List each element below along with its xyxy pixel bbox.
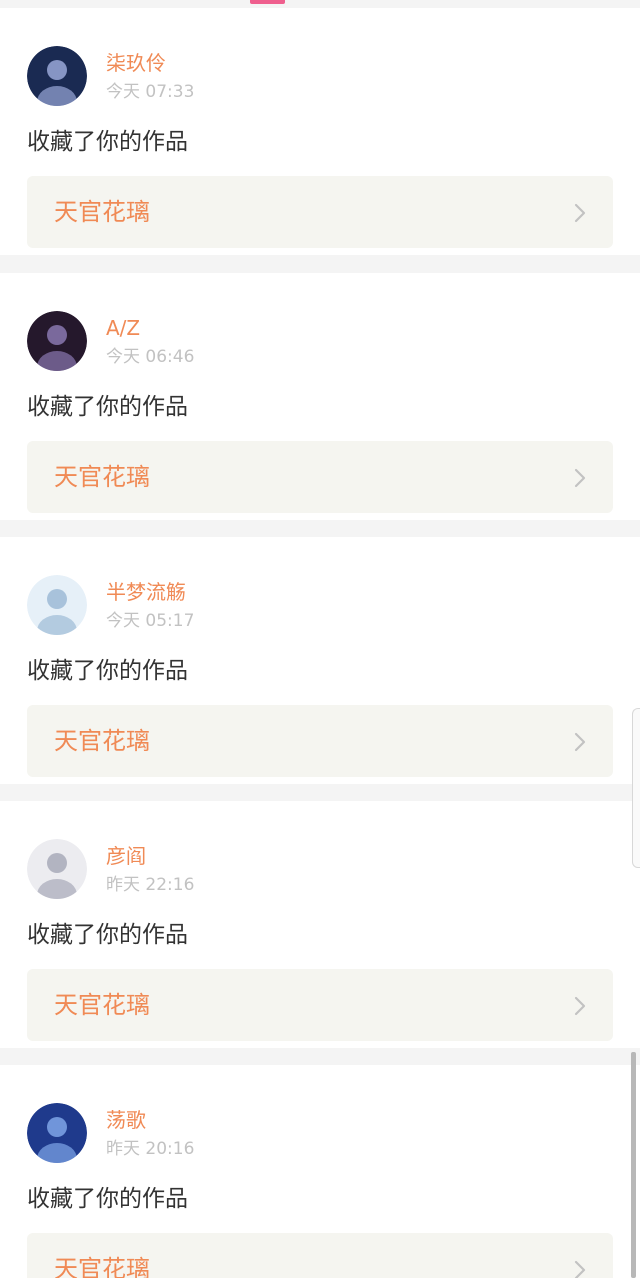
avatar[interactable] bbox=[27, 1103, 87, 1163]
timestamp: 今天 07:33 bbox=[106, 82, 195, 102]
edge-panel-handle[interactable] bbox=[632, 708, 640, 868]
avatar-image bbox=[27, 839, 87, 899]
timestamp: 今天 05:17 bbox=[106, 611, 195, 631]
notification-screen: 柒玖伶 今天 07:33 收藏了你的作品 天官花璃 A/Z 今天 06:46 收… bbox=[0, 0, 640, 1278]
work-link[interactable]: 天官花璃 bbox=[27, 969, 613, 1041]
avatar-image bbox=[27, 311, 87, 371]
action-text: 收藏了你的作品 bbox=[27, 658, 188, 684]
notification-card: A/Z 今天 06:46 收藏了你的作品 天官花璃 bbox=[0, 273, 640, 520]
action-text: 收藏了你的作品 bbox=[27, 1186, 188, 1212]
chevron-right-icon bbox=[574, 732, 586, 752]
timestamp: 昨天 22:16 bbox=[106, 875, 195, 895]
avatar-image bbox=[27, 46, 87, 106]
action-text: 收藏了你的作品 bbox=[27, 129, 188, 155]
timestamp: 今天 06:46 bbox=[106, 347, 195, 367]
chevron-right-icon bbox=[574, 1260, 586, 1278]
avatar[interactable] bbox=[27, 575, 87, 635]
username[interactable]: 半梦流觞 bbox=[106, 579, 186, 605]
avatar[interactable] bbox=[27, 311, 87, 371]
avatar-image bbox=[27, 1103, 87, 1163]
work-title: 天官花璃 bbox=[54, 991, 150, 1019]
work-title: 天官花璃 bbox=[54, 1255, 150, 1278]
tab-indicator bbox=[250, 0, 285, 4]
work-title: 天官花璃 bbox=[54, 198, 150, 226]
avatar[interactable] bbox=[27, 46, 87, 106]
avatar-image bbox=[27, 575, 87, 635]
chevron-right-icon bbox=[574, 996, 586, 1016]
action-text: 收藏了你的作品 bbox=[27, 394, 188, 420]
action-text: 收藏了你的作品 bbox=[27, 922, 188, 948]
work-title: 天官花璃 bbox=[54, 727, 150, 755]
notification-card: 彦阎 昨天 22:16 收藏了你的作品 天官花璃 bbox=[0, 801, 640, 1048]
scrollbar[interactable] bbox=[631, 1052, 636, 1278]
username[interactable]: 彦阎 bbox=[106, 843, 146, 869]
notification-card: 半梦流觞 今天 05:17 收藏了你的作品 天官花璃 bbox=[0, 537, 640, 784]
work-title: 天官花璃 bbox=[54, 463, 150, 491]
avatar[interactable] bbox=[27, 839, 87, 899]
chevron-right-icon bbox=[574, 468, 586, 488]
username[interactable]: 柒玖伶 bbox=[106, 50, 166, 76]
work-link[interactable]: 天官花璃 bbox=[27, 1233, 613, 1278]
work-link[interactable]: 天官花璃 bbox=[27, 176, 613, 248]
username[interactable]: 荡歌 bbox=[106, 1107, 146, 1133]
notification-card: 柒玖伶 今天 07:33 收藏了你的作品 天官花璃 bbox=[0, 8, 640, 255]
work-link[interactable]: 天官花璃 bbox=[27, 441, 613, 513]
chevron-right-icon bbox=[574, 203, 586, 223]
notification-card: 荡歌 昨天 20:16 收藏了你的作品 天官花璃 bbox=[0, 1065, 640, 1278]
work-link[interactable]: 天官花璃 bbox=[27, 705, 613, 777]
username[interactable]: A/Z bbox=[106, 315, 140, 341]
timestamp: 昨天 20:16 bbox=[106, 1139, 195, 1159]
